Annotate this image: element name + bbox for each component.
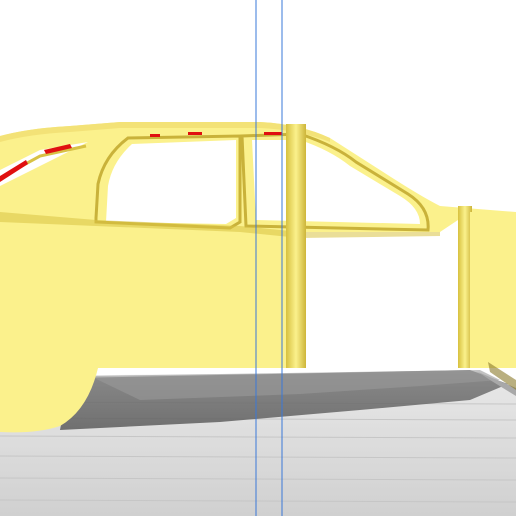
front-wheel-arch — [470, 212, 516, 368]
b-pillar — [286, 124, 306, 368]
front-pillar — [458, 206, 472, 368]
rear-side-window-opening — [106, 140, 236, 224]
scene-canvas[interactable] — [0, 0, 516, 516]
3d-viewport[interactable] — [0, 0, 516, 516]
